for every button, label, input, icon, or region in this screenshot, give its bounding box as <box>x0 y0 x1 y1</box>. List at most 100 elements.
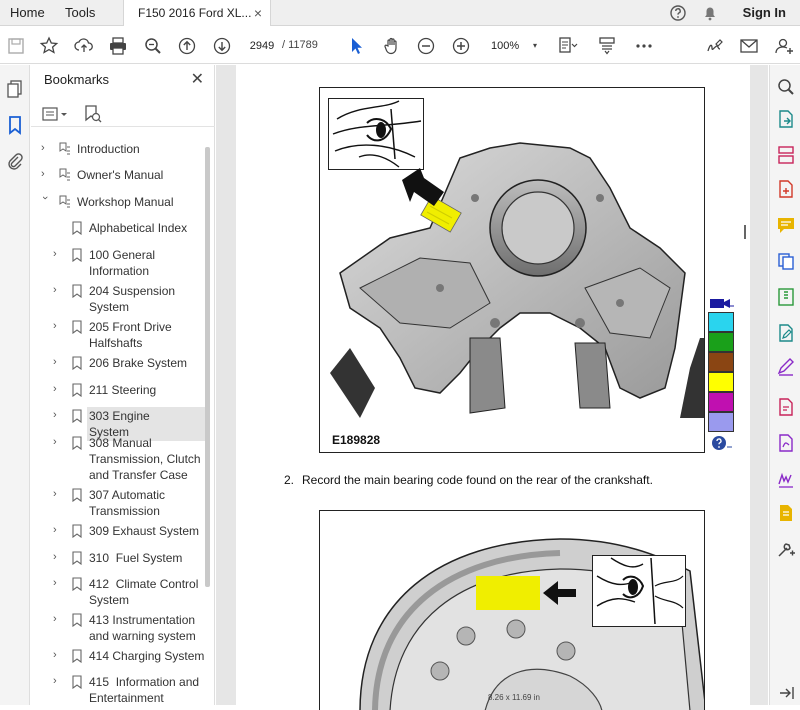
export-pdf-icon[interactable] <box>776 109 796 129</box>
chevron-right-icon[interactable]: › <box>53 613 63 625</box>
camera-icon[interactable] <box>708 296 734 310</box>
chevron-right-icon[interactable]: › <box>53 551 63 563</box>
document-tab[interactable]: F150 2016 Ford XL... × <box>123 0 271 26</box>
fill-sign-icon[interactable] <box>776 357 796 377</box>
chevron-right-icon[interactable]: › <box>53 383 63 395</box>
page-up-icon[interactable] <box>176 35 198 57</box>
close-panel-button[interactable]: ✕ <box>191 69 204 89</box>
chevron-right-icon[interactable]: › <box>53 675 63 687</box>
legend-swatch-magenta <box>708 392 734 412</box>
help-circle-icon[interactable] <box>711 435 733 451</box>
zoom-search-icon[interactable] <box>142 35 164 57</box>
bookmark-308-manual-transmission[interactable]: › 308 Manual Transmission, Clutch and Tr… <box>31 435 207 485</box>
bookmark-icon <box>71 488 83 502</box>
bookmark-icon <box>71 675 83 689</box>
chevron-right-icon[interactable]: › <box>53 649 63 661</box>
chevron-down-icon: ▾ <box>532 41 537 50</box>
bell-icon[interactable] <box>700 3 720 23</box>
bookmarks-scrollbar[interactable] <box>205 147 210 587</box>
more-tools-icon[interactable] <box>776 539 796 559</box>
help-icon[interactable] <box>668 3 688 23</box>
bookmark-303-engine-system[interactable]: › 303 Engine System <box>31 407 207 441</box>
bookmark-icon <box>71 649 83 663</box>
select-cursor-icon[interactable] <box>346 35 368 57</box>
chevron-right-icon[interactable]: › <box>53 356 63 368</box>
bookmark-204-suspension-system[interactable]: › 204 Suspension System <box>31 283 207 317</box>
hand-tool-icon[interactable] <box>381 35 403 57</box>
bookmark-workshop-manual[interactable]: › Workshop Manual <box>31 194 207 212</box>
bookmark-alphabetical-index[interactable]: Alphabetical Index <box>31 220 207 238</box>
bookmark-options-icon[interactable] <box>42 105 70 123</box>
chevron-right-icon[interactable]: › <box>53 248 63 260</box>
bookmarks-icon[interactable] <box>5 115 25 135</box>
compress-icon[interactable] <box>776 287 796 307</box>
organize-pages-icon[interactable] <box>776 145 796 165</box>
search-tool-icon[interactable] <box>776 77 796 97</box>
view-indicator-eye-icon <box>592 555 686 627</box>
bookmarks-panel-title: Bookmarks <box>44 72 110 87</box>
edit-pdf-icon[interactable] <box>776 323 796 343</box>
request-signature-icon[interactable] <box>776 397 796 417</box>
chevron-right-icon[interactable]: › <box>41 142 51 154</box>
page-fit-icon[interactable] <box>556 35 578 57</box>
bookmark-414-charging-system[interactable]: › 414 Charging System <box>31 648 207 666</box>
close-tab-button[interactable]: × <box>254 0 262 26</box>
collapse-rail-icon[interactable] <box>776 683 796 703</box>
print-icon[interactable] <box>107 35 129 57</box>
chevron-right-icon[interactable]: › <box>53 436 63 448</box>
bookmark-415-information-entertainment[interactable]: › 415 Information and Entertainment <box>31 674 207 705</box>
chevron-right-icon[interactable]: › <box>53 488 63 500</box>
chevron-right-icon[interactable]: › <box>53 320 63 332</box>
chevron-right-icon[interactable]: › <box>41 168 51 180</box>
bookmark-star-icon[interactable] <box>38 35 60 57</box>
tools-tab[interactable]: Tools <box>65 0 95 26</box>
zoom-in-icon[interactable] <box>450 35 472 57</box>
bookmark-icon <box>71 248 83 262</box>
comment-icon[interactable] <box>776 215 796 235</box>
zoom-select[interactable]: 100% ▾ <box>483 38 539 54</box>
bookmark-introduction[interactable]: › Introduction <box>31 141 207 159</box>
bookmark-310-fuel-system[interactable]: › 310 Fuel System <box>31 550 207 568</box>
bookmark-label: 206 Brake System <box>89 356 188 370</box>
account-icon[interactable] <box>773 35 795 57</box>
scroll-mode-icon[interactable] <box>596 35 618 57</box>
more-icon[interactable] <box>633 35 655 57</box>
left-navigation-rail <box>0 65 30 705</box>
combine-files-icon[interactable] <box>776 251 796 271</box>
attachments-icon[interactable] <box>5 151 25 171</box>
page-number-input[interactable] <box>247 37 277 55</box>
create-pdf-icon[interactable] <box>776 179 796 199</box>
bookmark-tree-icon <box>59 168 71 182</box>
chevron-right-icon[interactable]: › <box>53 577 63 589</box>
bookmark-100-general-information[interactable]: › 100 General Information <box>31 247 207 281</box>
bookmark-206-brake-system[interactable]: › 206 Brake System <box>31 355 207 373</box>
page-thumbnails-icon[interactable] <box>5 79 25 99</box>
protect-icon[interactable] <box>776 433 796 453</box>
stamp-icon[interactable] <box>776 503 796 523</box>
sign-in-button[interactable]: Sign In <box>743 0 786 26</box>
save-icon[interactable] <box>5 35 27 57</box>
email-icon[interactable] <box>738 35 760 57</box>
home-tab[interactable]: Home <box>10 0 45 26</box>
bookmark-309-exhaust-system[interactable]: › 309 Exhaust System <box>31 523 207 541</box>
bookmark-icon <box>71 524 83 538</box>
bookmark-211-steering[interactable]: › 211 Steering <box>31 382 207 400</box>
chevron-right-icon[interactable]: › <box>53 409 63 421</box>
bookmark-412-climate-control-system[interactable]: › 412 Climate Control System <box>31 576 207 610</box>
chevron-right-icon[interactable]: › <box>53 284 63 296</box>
document-scroll-grip[interactable] <box>744 225 746 239</box>
bookmark-owners-manual[interactable]: › Owner's Manual <box>31 167 207 185</box>
new-bookmark-icon[interactable] <box>84 104 102 124</box>
bookmark-tree-icon <box>59 195 71 209</box>
scan-ocr-icon[interactable] <box>776 469 796 489</box>
zoom-out-icon[interactable] <box>415 35 437 57</box>
upload-icon[interactable] <box>73 35 95 57</box>
chevron-right-icon[interactable]: › <box>53 524 63 536</box>
bookmark-307-automatic-transmission[interactable]: › 307 Automatic Transmission <box>31 487 207 521</box>
sign-icon[interactable] <box>704 35 726 57</box>
bookmark-413-instrumentation[interactable]: › 413 Instrumentation and warning system <box>31 612 207 646</box>
chevron-down-icon[interactable]: › <box>39 196 51 206</box>
page-down-icon[interactable] <box>211 35 233 57</box>
bookmark-205-front-drive-halfshafts[interactable]: › 205 Front Drive Halfshafts <box>31 319 207 353</box>
document-viewer[interactable]: E189828 2. Record the main bearing code f… <box>216 65 768 710</box>
